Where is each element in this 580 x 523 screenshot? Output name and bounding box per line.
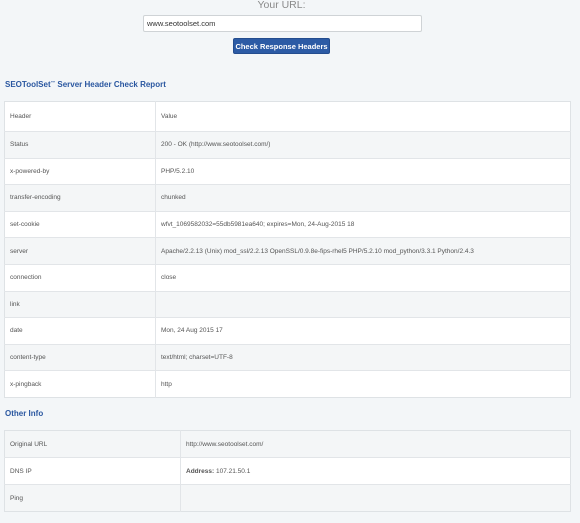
info-value-ping [180,484,571,512]
header-name: Status [4,131,156,159]
header-value: wfvt_1069582032=55db5981ea640; expires=M… [155,210,571,238]
column-header-header: Header [4,101,156,132]
report-title: SEOToolSet™ Server Header Check Report [5,80,166,89]
header-name: content-type [4,343,156,371]
table-row: transfer-encoding chunked [4,184,571,212]
header-name: x-powered-by [4,157,156,185]
url-label: Your URL: [257,0,306,11]
table-row: link [4,290,571,318]
table-row: Ping [4,484,571,512]
table-header-row: Header Value [4,101,571,132]
header-value: PHP/5.2.10 [155,157,571,185]
url-input[interactable] [143,15,422,32]
header-value: Mon, 24 Aug 2015 17 [155,317,571,345]
header-value: chunked [155,184,571,212]
url-form: Your URL: Check Response Headers [0,0,580,62]
header-name: date [4,317,156,345]
other-info-title: Other Info [5,409,44,418]
header-name: transfer-encoding [4,184,156,212]
header-value [155,290,571,318]
column-header-value: Value [155,101,571,132]
table-row: date Mon, 24 Aug 2015 17 [4,317,571,345]
table-row: Status 200 - OK (http://www.seotoolset.co… [4,131,571,159]
header-value: 200 - OK (http://www.seotoolset.com/) [155,131,571,159]
header-name: set-cookie [4,210,156,238]
header-name: server [4,237,156,265]
header-value: close [155,263,571,292]
report-title-brand: SEOToolSet [5,80,51,89]
table-row: server Apache/2.2.13 (Unix) mod_ssl/2.2.1… [4,237,571,265]
report-title-rest: Server Header Check Report [55,80,166,89]
table-row: connection close [4,263,571,292]
info-label-ping: Ping [4,484,181,512]
table-row: Original URL http://www.seotoolset.com/ [4,430,571,458]
info-value-dns-ip: Address: 107.21.50.1 [180,457,571,485]
table-row: set-cookie wfvt_1069582032=55db5981ea640;… [4,210,571,238]
header-value: text/html; charset=UTF-8 [155,343,571,371]
info-label-original-url: Original URL [4,430,181,458]
other-info-table: Original URL http://www.seotoolset.com/ … [4,430,571,512]
dns-address-value: 107.21.50.1 [216,467,251,475]
table-row: content-type text/html; charset=UTF-8 [4,343,571,371]
dns-address-label: Address: [186,467,215,475]
header-report-table: Header Value Status 200 - OK (http://www.… [4,101,571,398]
header-name: link [4,290,156,318]
table-row: DNS IP Address: 107.21.50.1 [4,457,571,485]
info-value-original-url: http://www.seotoolset.com/ [180,430,571,458]
table-row: x-powered-by PHP/5.2.10 [4,157,571,185]
header-value: http [155,370,571,398]
table-row: x-pingback http [4,370,571,398]
info-label-dns-ip: DNS IP [4,457,181,485]
header-name: connection [4,263,156,292]
header-name: x-pingback [4,370,156,398]
check-response-headers-button[interactable]: Check Response Headers [233,38,330,54]
header-value: Apache/2.2.13 (Unix) mod_ssl/2.2.13 Open… [155,237,571,265]
